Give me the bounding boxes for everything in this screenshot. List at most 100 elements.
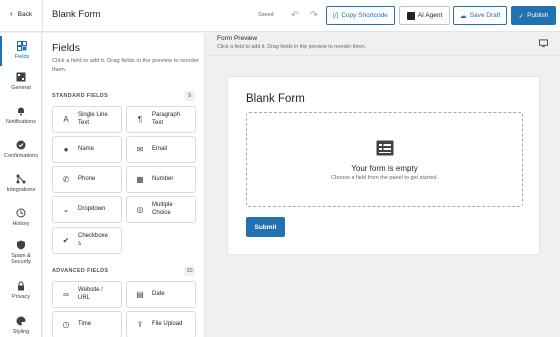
shield-icon xyxy=(17,240,25,250)
preview-subtitle: Click a field to add it. Drag fields in … xyxy=(217,44,366,50)
text-icon: A xyxy=(63,115,69,124)
panel-description: Click a field to add it. Drag fields in … xyxy=(52,58,199,73)
chevron-left-icon: ‹ xyxy=(10,9,13,18)
copy-shortcode-button[interactable]: [/] Copy Shortcode xyxy=(326,6,395,25)
field-checkboxes[interactable]: ✔ Checkboxe s xyxy=(52,227,122,254)
rail-item-confirmations[interactable]: Confirmations xyxy=(0,140,42,159)
field-file-upload[interactable]: ⇪ File Upload xyxy=(126,311,196,337)
top-bar: ‹ Back Blank Form Saved ↶ ↷ [/] Copy Sho… xyxy=(0,0,560,32)
empty-dropzone[interactable]: Your form is empty Choose a field from t… xyxy=(246,112,523,207)
field-label: Choice xyxy=(152,209,171,216)
rail-item-notifications[interactable]: Notifications xyxy=(0,106,42,125)
field-single-line-text[interactable]: A Single Line Text xyxy=(52,106,122,133)
field-name[interactable]: ● Name xyxy=(52,136,122,163)
palette-icon xyxy=(16,316,26,326)
form-icon xyxy=(376,140,394,156)
publish-label: Publish xyxy=(527,12,549,19)
field-dropdown[interactable]: ⌄ Dropdown xyxy=(52,196,122,223)
field-email[interactable]: ✉ Email xyxy=(126,136,196,163)
checkbox-icon: ✔ xyxy=(62,236,70,245)
robot-icon xyxy=(406,11,415,20)
calendar-icon: ▤ xyxy=(136,290,144,299)
field-phone[interactable]: ✆ Phone xyxy=(52,166,122,193)
rail-label: Privacy xyxy=(11,294,31,300)
bell-icon xyxy=(18,107,24,116)
rail-label: History xyxy=(12,221,30,227)
save-status: Saved xyxy=(258,12,274,18)
preview-title: Form Preview xyxy=(217,35,258,42)
field-label: Website / xyxy=(78,287,103,293)
envelope-icon: ✉ xyxy=(136,145,144,154)
submit-button[interactable]: Submit xyxy=(246,217,285,237)
rail-item-fields[interactable]: Fields xyxy=(0,36,42,66)
field-number[interactable]: ▦ Number xyxy=(126,166,196,193)
form-preview-canvas: Blank Form Your form is empty Choose a f… xyxy=(227,76,540,255)
desktop-icon[interactable] xyxy=(539,39,548,48)
standard-fields-heading: STANDARD FIELDS xyxy=(52,93,109,99)
fields-icon xyxy=(17,41,27,51)
field-label: Text xyxy=(152,119,164,126)
check-circle-icon xyxy=(16,140,26,150)
rail-label: Integrations xyxy=(6,187,36,193)
paragraph-icon: ¶ xyxy=(137,115,143,124)
panel-title: Fields xyxy=(52,42,81,54)
divider xyxy=(42,0,43,32)
rail-item-privacy[interactable]: Privacy xyxy=(0,281,42,300)
link-icon: ∞ xyxy=(63,290,69,299)
save-draft-button[interactable]: ☁ Save Draft xyxy=(453,6,507,25)
field-website-url[interactable]: ∞ Website / URL xyxy=(52,281,122,308)
number-icon: ▦ xyxy=(136,175,144,184)
fields-panel: Fields Click a field to add it. Drag fie… xyxy=(43,33,205,337)
rail-label: Notifications xyxy=(6,119,36,125)
preview-form-title: Blank Form xyxy=(246,93,305,105)
empty-title: Your form is empty xyxy=(351,164,418,173)
field-label: Text xyxy=(78,119,90,126)
rail-label: Confirmations xyxy=(4,153,38,159)
field-label: Paragraph xyxy=(152,112,181,118)
field-label: s xyxy=(78,240,81,247)
radio-icon: ◎ xyxy=(136,205,144,214)
publish-button[interactable]: ✓ Publish xyxy=(511,6,556,25)
settings-rail: Fields General Notifications Confirmatio… xyxy=(0,33,42,337)
general-icon xyxy=(16,72,26,82)
lock-icon xyxy=(18,281,24,291)
rail-label: Styling xyxy=(12,329,30,335)
rail-item-history[interactable]: History xyxy=(0,208,42,227)
upload-icon: ⇪ xyxy=(136,320,144,329)
field-label: Time xyxy=(78,320,92,327)
check-icon: ✓ xyxy=(518,12,525,20)
field-label: Checkboxe xyxy=(78,233,109,239)
rail-label: General xyxy=(11,85,31,91)
cloud-icon: ☁ xyxy=(459,12,467,20)
field-time[interactable]: ◷ Time xyxy=(52,311,122,337)
copy-shortcode-label: Copy Shortcode xyxy=(341,12,388,19)
empty-subtitle: Choose a field from the panel to get sta… xyxy=(330,175,438,181)
field-label: Multiple xyxy=(152,202,173,208)
rail-item-styling[interactable]: Styling xyxy=(0,316,42,335)
rail-item-integrations[interactable]: Integrations xyxy=(0,174,42,193)
clock-icon: ◷ xyxy=(62,320,70,329)
rail-item-spam-security[interactable]: Spam & Security xyxy=(0,240,42,265)
phone-icon: ✆ xyxy=(62,175,70,184)
advanced-fields-count: 10 xyxy=(184,266,195,276)
field-label: Date xyxy=(152,290,165,297)
back-label: Back xyxy=(17,10,33,18)
back-button[interactable]: ‹ Back xyxy=(10,10,32,18)
field-label: Single Line xyxy=(78,112,108,118)
history-icon xyxy=(16,208,26,218)
field-date[interactable]: ▤ Date xyxy=(126,281,196,308)
ai-agent-button[interactable]: AI Agent xyxy=(399,6,450,25)
field-paragraph-text[interactable]: ¶ Paragraph Text xyxy=(126,106,196,133)
undo-icon[interactable]: ↶ xyxy=(288,9,302,23)
chevron-down-icon: ⌄ xyxy=(62,205,70,214)
field-label: File Upload xyxy=(152,320,183,327)
field-multiple-choice[interactable]: ◎ Multiple Choice xyxy=(126,196,196,223)
rail-label: Security xyxy=(11,259,31,265)
field-label: Dropdown xyxy=(78,205,106,212)
redo-icon[interactable]: ↷ xyxy=(307,9,321,23)
person-icon: ● xyxy=(63,145,69,154)
save-draft-label: Save Draft xyxy=(469,12,501,19)
code-icon: [/] xyxy=(333,12,339,19)
rail-item-general[interactable]: General xyxy=(0,72,42,91)
rail-label: Fields xyxy=(14,54,30,60)
